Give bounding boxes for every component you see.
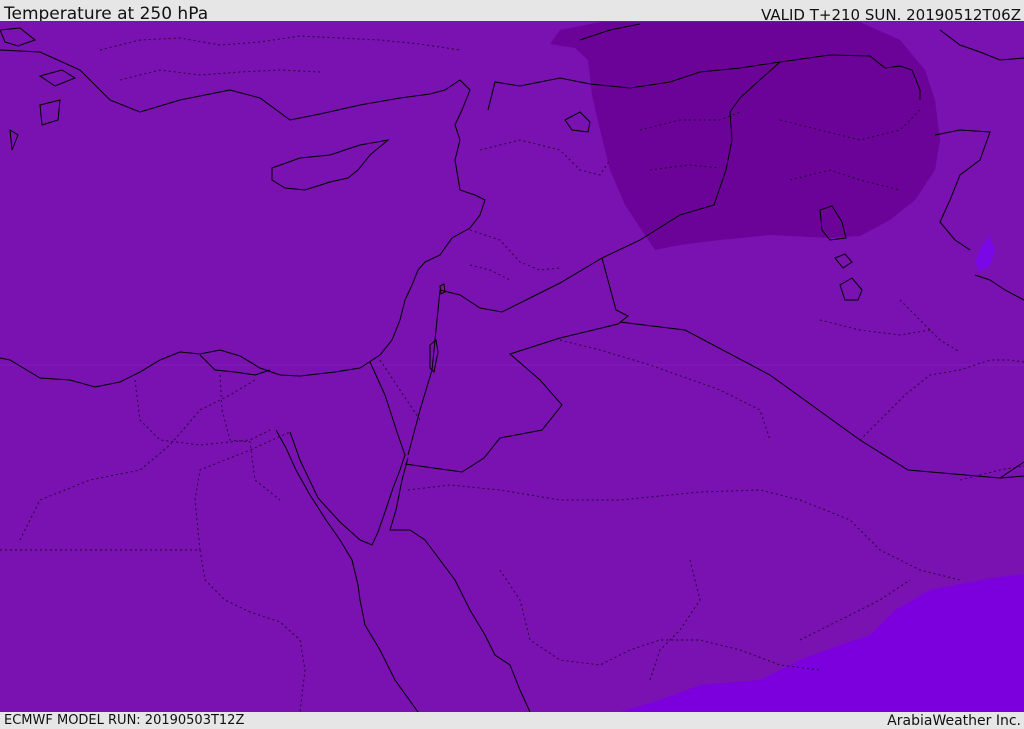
header-bar: Temperature at 250 hPa VALID T+210 SUN. … bbox=[0, 0, 1024, 24]
temperature-map bbox=[0, 21, 1024, 712]
map-panel[interactable] bbox=[0, 21, 1024, 712]
model-run-label: ECMWF MODEL RUN: 20190503T12Z bbox=[4, 713, 245, 728]
footer-bar: ECMWF MODEL RUN: 20190503T12Z ArabiaWeat… bbox=[0, 712, 1024, 729]
credit-label: ArabiaWeather Inc. bbox=[887, 713, 1021, 729]
